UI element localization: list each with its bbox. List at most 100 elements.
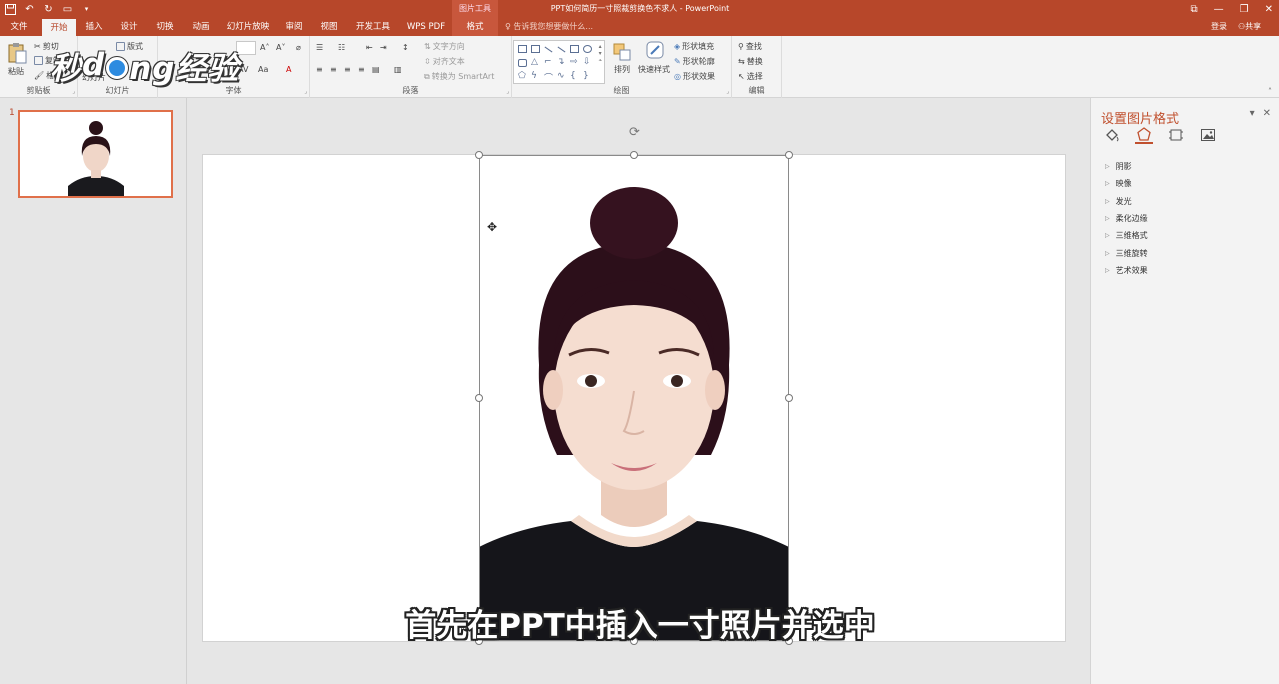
- effect-glow[interactable]: ▷ 发光: [1105, 193, 1148, 210]
- right-brace-shape-icon[interactable]: }: [583, 71, 589, 81]
- tab-review[interactable]: 审阅: [280, 18, 308, 36]
- left-brace-shape-icon[interactable]: {: [570, 71, 576, 81]
- textbox-shape-icon[interactable]: [518, 45, 527, 53]
- tab-format[interactable]: 格式: [452, 18, 498, 36]
- line-spacing-icon[interactable]: ↕: [402, 43, 409, 52]
- rotate-handle-icon[interactable]: ⟳: [627, 125, 642, 140]
- tab-design[interactable]: 设计: [114, 18, 144, 36]
- elbow-shape-icon[interactable]: ⌐: [544, 57, 552, 67]
- elbow-arrow-shape-icon[interactable]: ↴: [557, 57, 565, 67]
- align-right-icon[interactable]: ≡: [344, 65, 351, 74]
- share-button[interactable]: ⚇共享: [1238, 18, 1261, 36]
- undo-icon[interactable]: ↶: [23, 3, 36, 16]
- right-arrow-shape-icon[interactable]: ⇨: [570, 57, 578, 67]
- sign-in-link[interactable]: 登录: [1211, 18, 1227, 36]
- change-case-icon[interactable]: Aa: [258, 65, 268, 74]
- curve-shape-icon[interactable]: ∿: [557, 71, 565, 81]
- align-text-button[interactable]: ⇳ 对齐文本: [424, 56, 465, 67]
- tab-animations[interactable]: 动画: [186, 18, 216, 36]
- shapes-gallery[interactable]: △ ⌐ ↴ ⇨ ⇩ ⬠ ϟ ⌒ ∿ { } ▴ ▾ ⩡: [513, 40, 605, 84]
- replace-button[interactable]: ⇆ 替换: [738, 56, 763, 67]
- justify-icon[interactable]: ≡: [358, 65, 365, 74]
- find-button[interactable]: ⚲ 查找: [738, 41, 762, 52]
- minimize-icon[interactable]: —: [1214, 4, 1224, 15]
- collapse-ribbon-icon[interactable]: ˄: [1268, 87, 1272, 96]
- pane-options-icon[interactable]: ▾: [1250, 108, 1255, 119]
- effects-icon[interactable]: [1135, 126, 1153, 144]
- oval-shape-icon[interactable]: [583, 45, 592, 53]
- tab-wps-pdf[interactable]: WPS PDF: [402, 18, 450, 36]
- bullets-icon[interactable]: ☰: [316, 43, 323, 52]
- paste-icon[interactable]: [6, 42, 28, 64]
- resize-handle-top-right[interactable]: [785, 151, 793, 159]
- customize-qat-icon[interactable]: ▾: [80, 3, 93, 16]
- arrange-icon[interactable]: [612, 42, 634, 64]
- tab-slideshow[interactable]: 幻灯片放映: [222, 18, 274, 36]
- tab-home[interactable]: 开始: [42, 19, 76, 36]
- text-direction-button[interactable]: ⇅ 文字方向: [424, 41, 465, 52]
- shape-fill-button[interactable]: ◈ 形状填充: [674, 41, 714, 52]
- vtextbox-shape-icon[interactable]: [531, 45, 540, 53]
- resize-handle-left[interactable]: [475, 394, 483, 402]
- paragraph-launcher-icon[interactable]: ⌟: [506, 88, 509, 95]
- select-button[interactable]: ↖ 选择: [738, 71, 763, 82]
- tab-developer[interactable]: 开发工具: [350, 18, 396, 36]
- font-launcher-icon[interactable]: ⌟: [304, 88, 307, 95]
- numbering-icon[interactable]: ☷: [338, 43, 345, 52]
- shrink-font-icon[interactable]: A˅: [276, 43, 285, 52]
- grow-font-icon[interactable]: A˄: [260, 43, 269, 52]
- effect-3d-rotation[interactable]: ▷ 三维旋转: [1105, 244, 1148, 261]
- distributed-icon[interactable]: ▤: [372, 65, 380, 74]
- paste-label[interactable]: 粘贴: [8, 66, 24, 77]
- smartart-button[interactable]: ⧉ 转换为 SmartArt: [424, 71, 494, 82]
- effect-artistic[interactable]: ▷ 艺术效果: [1105, 262, 1148, 279]
- drawing-launcher-icon[interactable]: ⌟: [726, 88, 729, 95]
- effect-shadow[interactable]: ▷ 阴影: [1105, 158, 1148, 175]
- effect-soft-edges[interactable]: ▷ 柔化边缘: [1105, 210, 1148, 227]
- pentagon-shape-icon[interactable]: ⬠: [518, 71, 526, 81]
- effect-3d-format[interactable]: ▷ 三维格式: [1105, 227, 1148, 244]
- align-left-icon[interactable]: ≡: [316, 65, 323, 74]
- arrange-label[interactable]: 排列: [614, 64, 630, 75]
- ribbon-display-options-icon[interactable]: ⧉: [1191, 4, 1198, 15]
- start-from-beginning-icon[interactable]: ▭: [61, 3, 74, 16]
- resize-handle-top[interactable]: [630, 151, 638, 159]
- clear-format-icon[interactable]: ⌀: [296, 43, 301, 52]
- columns-icon[interactable]: ▥: [394, 65, 402, 74]
- shape-outline-button[interactable]: ✎ 形状轮廓: [674, 56, 715, 67]
- size-properties-icon[interactable]: [1167, 126, 1185, 144]
- resize-handle-top-left[interactable]: [475, 151, 483, 159]
- tab-file[interactable]: 文件: [4, 18, 34, 36]
- restore-icon[interactable]: ❐: [1240, 4, 1249, 15]
- tab-insert[interactable]: 插入: [80, 18, 108, 36]
- quick-styles-label[interactable]: 快速样式: [638, 64, 670, 75]
- tell-me-box[interactable]: ♀ 告诉我您想要做什么...: [505, 18, 593, 36]
- resize-handle-right[interactable]: [785, 394, 793, 402]
- close-icon[interactable]: ✕: [1265, 4, 1273, 15]
- redo-icon[interactable]: ↻: [42, 3, 55, 16]
- fill-line-icon[interactable]: [1103, 126, 1121, 144]
- rounded-rect-shape-icon[interactable]: [518, 59, 527, 67]
- pane-close-icon[interactable]: ✕: [1263, 108, 1271, 119]
- font-color-icon[interactable]: A: [286, 65, 291, 74]
- tab-transitions[interactable]: 切换: [150, 18, 180, 36]
- rectangle-shape-icon[interactable]: [570, 45, 579, 53]
- picture-icon[interactable]: [1199, 126, 1217, 144]
- align-center-icon[interactable]: ≡: [330, 65, 337, 74]
- slide-thumbnail-1[interactable]: [18, 110, 173, 198]
- tab-view[interactable]: 视图: [314, 18, 344, 36]
- clipboard-launcher-icon[interactable]: ⌟: [72, 88, 75, 95]
- effect-reflection[interactable]: ▷ 映像: [1105, 175, 1148, 192]
- triangle-shape-icon[interactable]: △: [531, 57, 538, 67]
- char-spacing-icon[interactable]: AV: [238, 65, 248, 74]
- arc-shape-icon[interactable]: ⌒: [544, 71, 553, 84]
- lightning-shape-icon[interactable]: ϟ: [531, 71, 537, 81]
- arrow-line-shape-icon[interactable]: [557, 46, 566, 53]
- increase-indent-icon[interactable]: ⇥: [380, 43, 387, 52]
- quick-styles-icon[interactable]: [645, 40, 667, 62]
- decrease-indent-icon[interactable]: ⇤: [366, 43, 373, 52]
- save-icon[interactable]: [4, 3, 17, 16]
- gallery-scroll-icon[interactable]: ▴ ▾ ⩡: [599, 43, 602, 65]
- shape-effects-button[interactable]: ◎ 形状效果: [674, 71, 715, 82]
- down-arrow-shape-icon[interactable]: ⇩: [583, 57, 591, 67]
